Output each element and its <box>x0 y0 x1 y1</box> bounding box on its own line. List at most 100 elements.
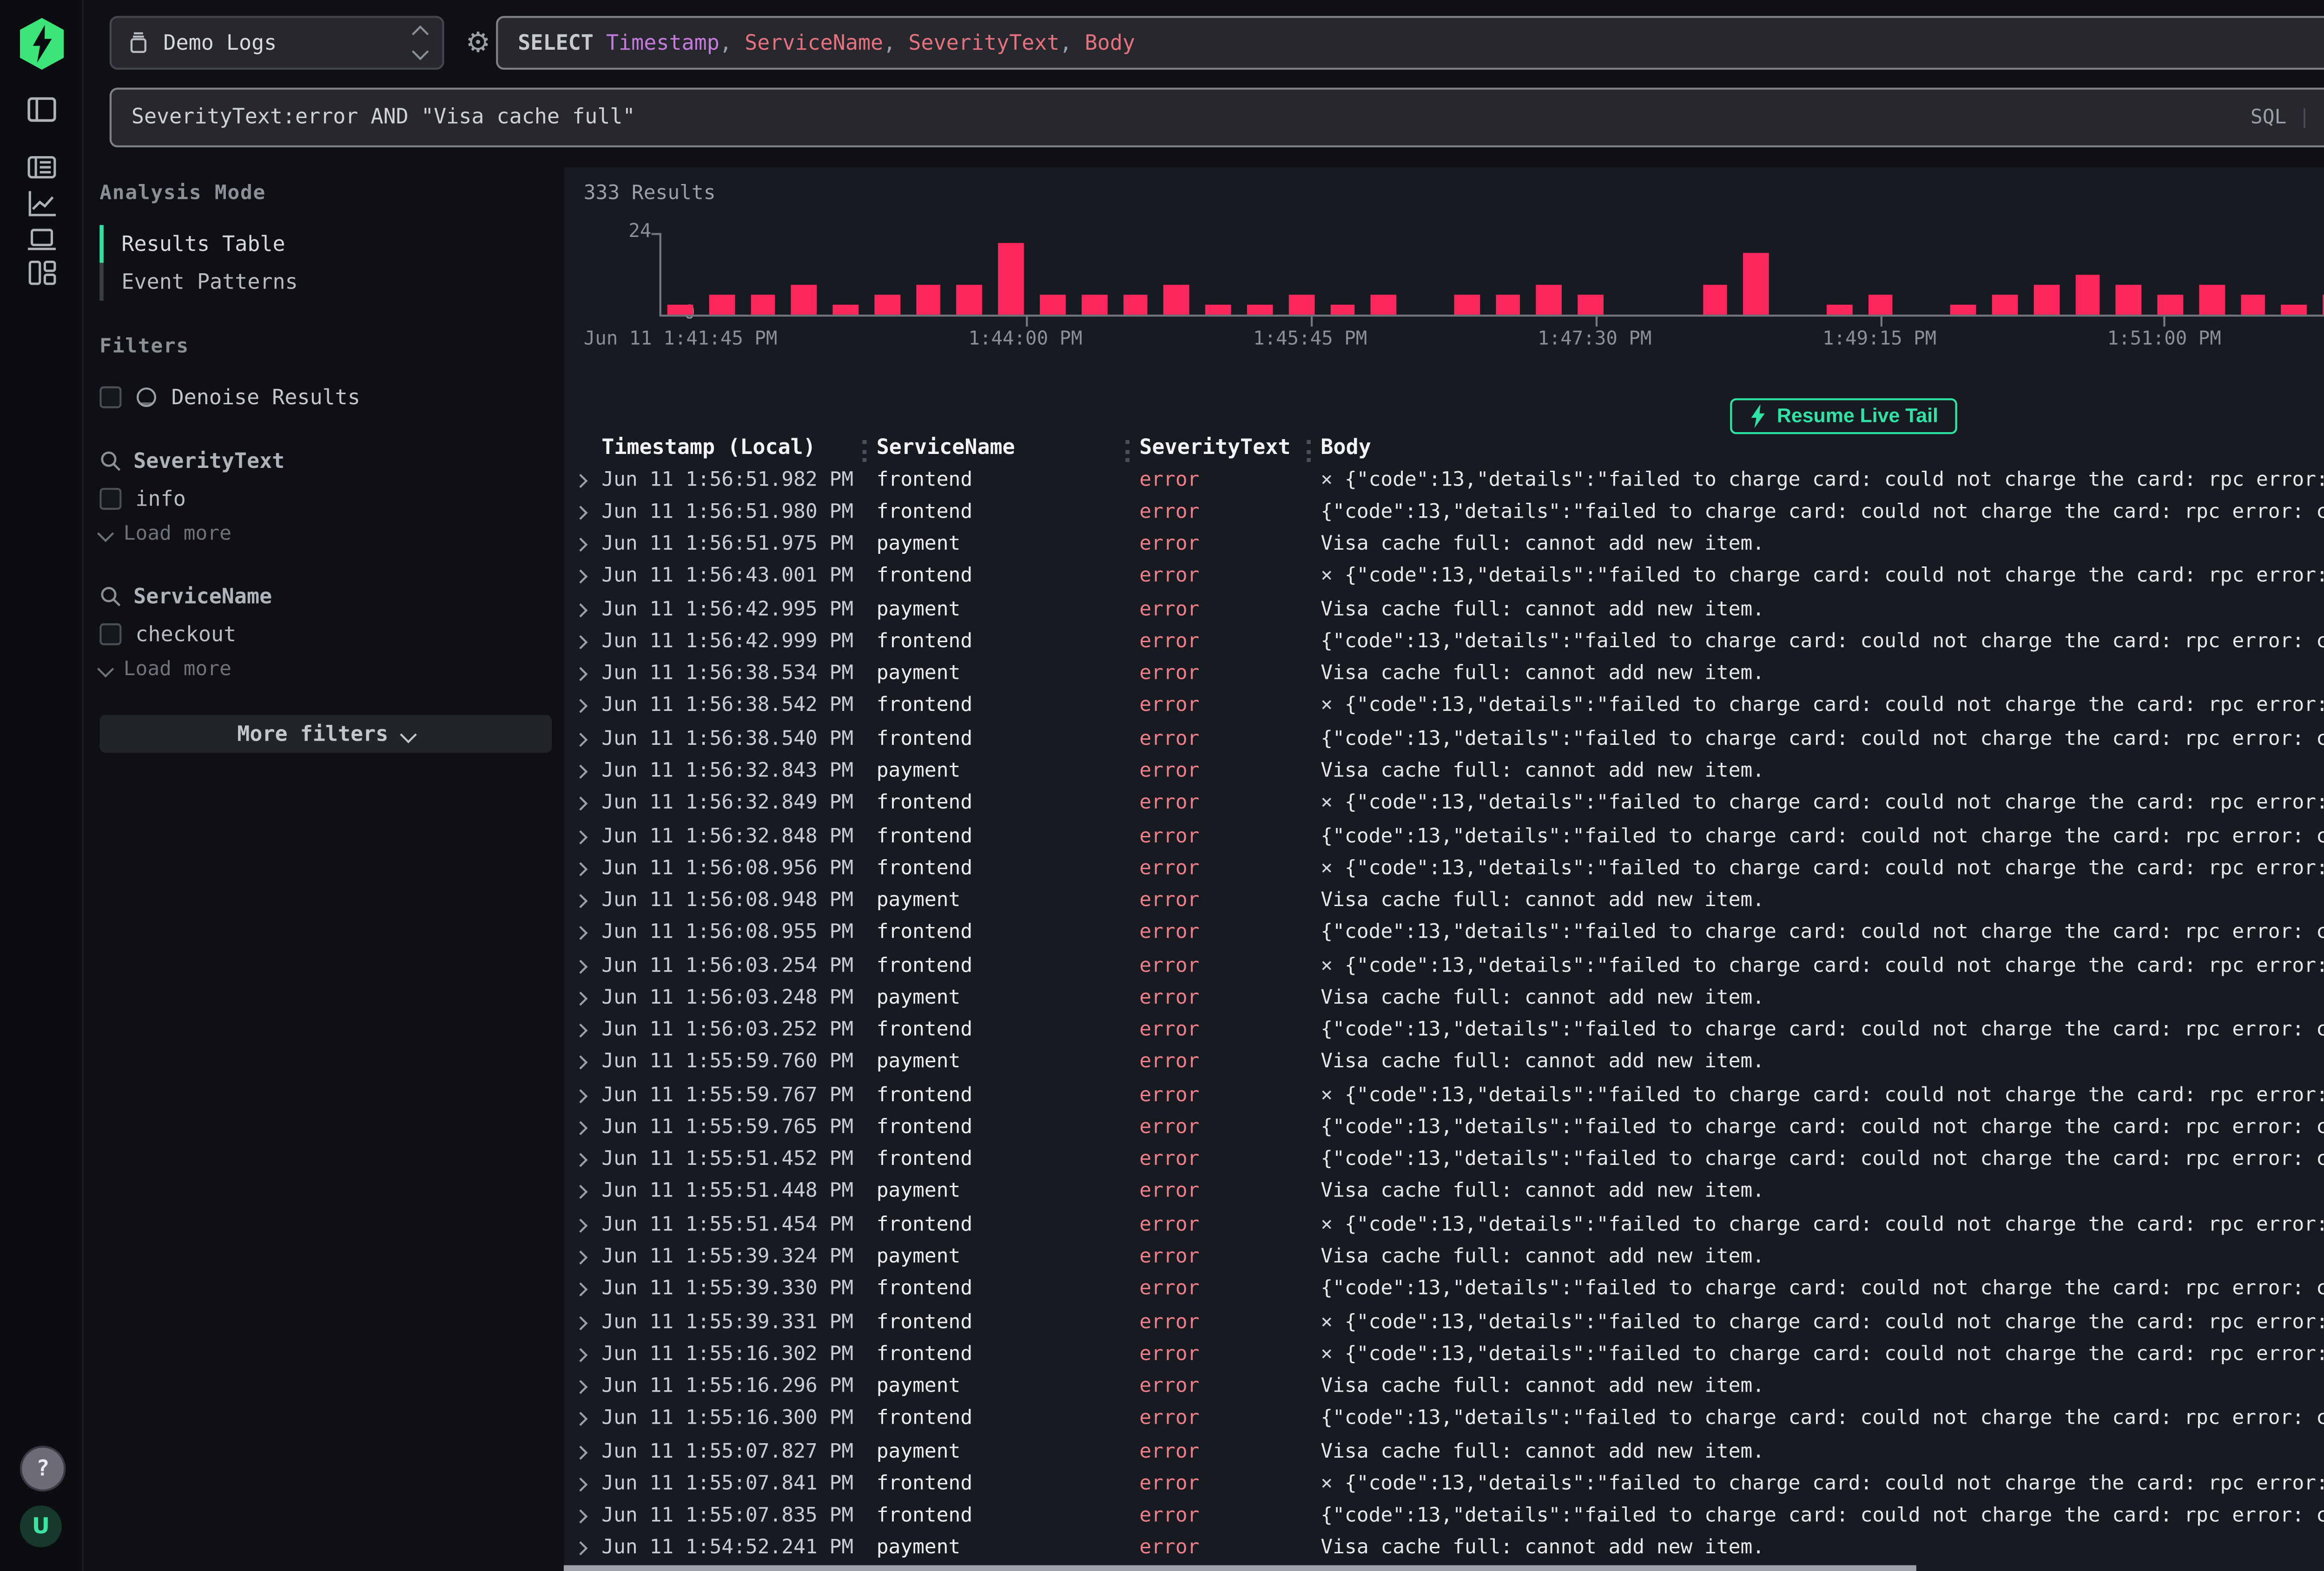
col-severitytext[interactable]: SeverityText <box>1139 435 1320 459</box>
row-expand-chevron-icon[interactable] <box>564 890 601 912</box>
col-timestamp[interactable]: Timestamp (Local) <box>601 435 876 459</box>
histogram-bar[interactable] <box>916 284 941 315</box>
log-row[interactable]: Jun 11 1:56:51.975 PMpaymenterrorVisa ca… <box>564 529 2324 561</box>
mode-lucene[interactable]: Lucene <box>2323 106 2324 128</box>
search-logs-icon[interactable] <box>26 151 58 184</box>
histogram-bar[interactable] <box>750 294 776 315</box>
log-row[interactable]: Jun 11 1:56:08.948 PMpaymenterrorVisa ca… <box>564 885 2324 918</box>
row-expand-chevron-icon[interactable] <box>564 696 601 718</box>
histogram-bar[interactable] <box>2116 284 2142 315</box>
log-row[interactable]: Jun 11 1:56:08.956 PMfrontenderror×{"cod… <box>564 853 2324 885</box>
sessions-icon[interactable] <box>26 223 58 255</box>
resume-live-tail-button[interactable]: Resume Live Tail <box>1729 398 1958 434</box>
log-row[interactable]: Jun 11 1:56:03.254 PMfrontenderror×{"cod… <box>564 950 2324 982</box>
histogram-bar[interactable] <box>1992 294 2018 315</box>
denoise-results-row[interactable]: Denoise Results <box>99 382 552 412</box>
log-row[interactable]: Jun 11 1:55:16.296 PMpaymenterrorVisa ca… <box>564 1371 2324 1403</box>
facet-option-checkbox[interactable] <box>99 488 121 510</box>
log-row[interactable]: Jun 11 1:56:42.995 PMpaymenterrorVisa ca… <box>564 593 2324 626</box>
log-row[interactable]: Jun 11 1:55:51.452 PMfrontenderror{"code… <box>564 1144 2324 1177</box>
help-button[interactable]: ? <box>20 1446 66 1492</box>
load-more-service[interactable]: Load more <box>99 655 552 683</box>
histogram-bar[interactable] <box>1743 253 1769 315</box>
row-expand-chevron-icon[interactable] <box>564 858 601 880</box>
histogram-bar[interactable] <box>874 294 900 315</box>
histogram-bar[interactable] <box>1081 294 1107 315</box>
log-row[interactable]: Jun 11 1:55:16.302 PMfrontenderror×{"cod… <box>564 1339 2324 1371</box>
log-row[interactable]: Jun 11 1:56:51.982 PMfrontenderror×{"cod… <box>564 464 2324 497</box>
histogram-bar[interactable] <box>1454 294 1479 315</box>
row-expand-chevron-icon[interactable] <box>564 534 601 556</box>
histogram-bar[interactable] <box>1826 304 1852 315</box>
facet-option-info[interactable]: info <box>99 484 552 513</box>
dashboards-icon[interactable] <box>26 257 58 289</box>
row-expand-chevron-icon[interactable] <box>564 793 601 815</box>
row-expand-chevron-icon[interactable] <box>564 1376 601 1398</box>
mode-sql[interactable]: SQL <box>2251 106 2286 128</box>
log-row[interactable]: Jun 11 1:56:51.980 PMfrontenderror{"code… <box>564 496 2324 529</box>
row-expand-chevron-icon[interactable] <box>564 1538 601 1560</box>
row-expand-chevron-icon[interactable] <box>564 469 601 491</box>
histogram-bar[interactable] <box>998 243 1024 315</box>
sidebar-toggle-icon[interactable] <box>26 93 58 125</box>
user-avatar[interactable]: U <box>20 1505 62 1546</box>
row-expand-chevron-icon[interactable] <box>564 631 601 653</box>
histogram-bar[interactable] <box>667 304 693 315</box>
row-expand-chevron-icon[interactable] <box>564 1117 601 1139</box>
histogram-bar[interactable] <box>792 284 817 315</box>
row-expand-chevron-icon[interactable] <box>564 566 601 588</box>
app-logo-icon[interactable] <box>20 18 64 70</box>
log-row[interactable]: Jun 11 1:56:43.001 PMfrontenderror×{"cod… <box>564 561 2324 594</box>
row-expand-chevron-icon[interactable] <box>564 664 601 685</box>
histogram-bar[interactable] <box>2199 284 2225 315</box>
histogram-bar[interactable] <box>1206 304 1231 315</box>
horizontal-scrollbar[interactable] <box>564 1565 1916 1571</box>
histogram-bar[interactable] <box>2282 304 2307 315</box>
row-expand-chevron-icon[interactable] <box>564 1214 601 1236</box>
row-expand-chevron-icon[interactable] <box>564 1247 601 1269</box>
col-servicename[interactable]: ServiceName <box>877 435 1140 459</box>
log-row[interactable]: Jun 11 1:55:07.827 PMpaymenterrorVisa ca… <box>564 1436 2324 1468</box>
histogram-bar[interactable] <box>2240 294 2266 315</box>
row-expand-chevron-icon[interactable] <box>564 1506 601 1528</box>
row-expand-chevron-icon[interactable] <box>564 1182 601 1203</box>
analysis-mode-results-table[interactable]: Results Table <box>99 225 552 263</box>
log-row[interactable]: Jun 11 1:55:39.324 PMpaymenterrorVisa ca… <box>564 1242 2324 1274</box>
load-more-severity[interactable]: Load more <box>99 520 552 548</box>
denoise-checkbox[interactable] <box>99 386 121 408</box>
histogram-bar[interactable] <box>2075 274 2100 315</box>
log-row[interactable]: Jun 11 1:55:59.765 PMfrontenderror{"code… <box>564 1112 2324 1144</box>
col-body[interactable]: Body <box>1320 435 2324 459</box>
histogram-bar[interactable] <box>2034 284 2059 315</box>
row-expand-chevron-icon[interactable] <box>564 729 601 750</box>
log-row[interactable]: Jun 11 1:55:07.841 PMfrontenderror×{"cod… <box>564 1468 2324 1501</box>
log-row[interactable]: Jun 11 1:55:59.767 PMfrontenderror×{"cod… <box>564 1079 2324 1112</box>
source-select[interactable]: Demo Logs <box>110 16 444 70</box>
row-expand-chevron-icon[interactable] <box>564 1085 601 1106</box>
search-input[interactable]: SeverityText:error AND "Visa cache full"… <box>110 88 2324 148</box>
log-row[interactable]: Jun 11 1:54:52.241 PMpaymenterrorVisa ca… <box>564 1533 2324 1565</box>
select-clause-input[interactable]: SELECT Timestamp, ServiceName, SeverityT… <box>496 16 2324 70</box>
log-row[interactable]: Jun 11 1:55:07.835 PMfrontenderror{"code… <box>564 1500 2324 1533</box>
histogram-bar[interactable] <box>1868 294 1894 315</box>
row-expand-chevron-icon[interactable] <box>564 761 601 782</box>
row-expand-chevron-icon[interactable] <box>564 1020 601 1042</box>
log-row[interactable]: Jun 11 1:55:59.760 PMpaymenterrorVisa ca… <box>564 1047 2324 1079</box>
more-filters-button[interactable]: More filters <box>99 715 552 753</box>
row-expand-chevron-icon[interactable] <box>564 1052 601 1074</box>
histogram-bar[interactable] <box>1040 294 1065 315</box>
histogram-bar[interactable] <box>1495 294 1521 315</box>
row-expand-chevron-icon[interactable] <box>564 1279 601 1301</box>
histogram-bar[interactable] <box>2158 294 2183 315</box>
row-expand-chevron-icon[interactable] <box>564 1311 601 1333</box>
log-row[interactable]: Jun 11 1:56:38.534 PMpaymenterrorVisa ca… <box>564 658 2324 691</box>
row-expand-chevron-icon[interactable] <box>564 1473 601 1495</box>
log-row[interactable]: Jun 11 1:56:32.849 PMfrontenderror×{"cod… <box>564 788 2324 821</box>
log-row[interactable]: Jun 11 1:56:32.848 PMfrontenderror{"code… <box>564 820 2324 853</box>
histogram-bar[interactable] <box>957 284 983 315</box>
histogram-bar[interactable] <box>1288 294 1314 315</box>
histogram-bar[interactable] <box>1247 304 1273 315</box>
row-expand-chevron-icon[interactable] <box>564 1344 601 1366</box>
row-expand-chevron-icon[interactable] <box>564 955 601 977</box>
log-row[interactable]: Jun 11 1:56:03.248 PMpaymenterrorVisa ca… <box>564 982 2324 1015</box>
